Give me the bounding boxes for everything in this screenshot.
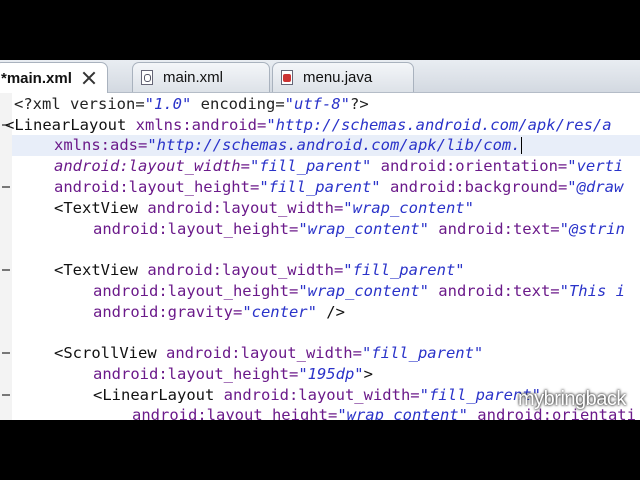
fold-marker-icon[interactable] [2,269,10,271]
tab-label: menu.java [303,69,373,86]
editor-tab-bar: *main.xml main.xml menu.java [0,60,640,93]
code-line: xmlns:ads="http://schemas.android.com/ap… [54,136,522,154]
fold-marker-icon[interactable] [2,186,10,188]
tab-label: *main.xml [1,69,72,87]
editor-gutter [0,93,12,420]
java-file-icon [281,70,293,85]
tab-label: main.xml [163,69,224,86]
tab-main-xml[interactable]: main.xml [132,62,270,92]
letterbox-top [0,0,640,60]
fold-marker-icon[interactable] [2,352,10,354]
watermark-logo: mybringback [518,388,626,410]
code-line: android:layout_height="wrap_content" and… [93,282,625,300]
letterbox-bottom [0,420,640,480]
fold-marker-icon[interactable] [2,394,10,396]
xml-file-icon [141,70,153,85]
tab-main-xml-dirty[interactable]: *main.xml [0,62,108,93]
play-arrow-icon [506,400,514,410]
code-line: android:layout_width="fill_parent" andro… [54,157,624,175]
text-cursor [520,137,522,154]
code-line: <TextView android:layout_width="fill_par… [54,261,465,279]
code-line: android:layout_height="wrap_content" and… [93,220,625,238]
code-line: android:gravity="center" /> [93,303,345,321]
xml-code-editor[interactable]: <?xml version="1.0" encoding="utf-8"?> <… [0,93,640,420]
code-line: <LinearLayout android:layout_width="fill… [93,386,541,404]
code-line: <?xml version="1.0" encoding="utf-8"?> [14,95,369,113]
code-line: <TextView android:layout_width="wrap_con… [54,199,474,217]
code-line: <LinearLayout xmlns:android="http://sche… [5,116,612,134]
code-line: android:layout_height="195dp"> [93,365,373,383]
close-icon[interactable] [82,71,96,85]
code-line: android:layout_height="fill_parent" andr… [54,178,624,196]
code-line: <ScrollView android:layout_width="fill_p… [54,344,484,362]
tab-menu-java[interactable]: menu.java [272,62,414,92]
